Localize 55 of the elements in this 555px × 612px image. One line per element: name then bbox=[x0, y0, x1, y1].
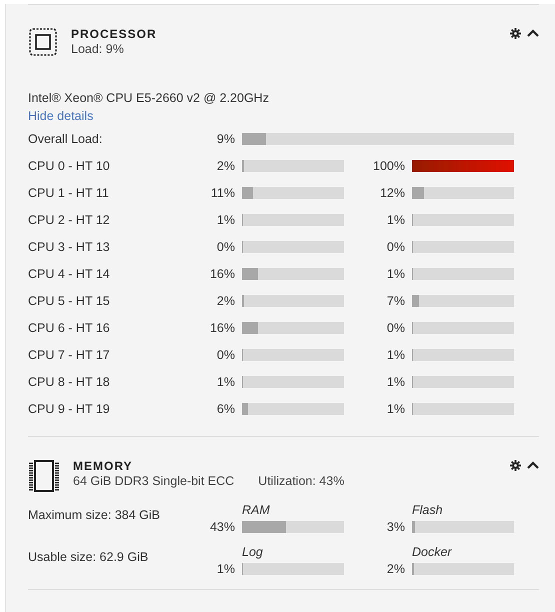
cpu-label: CPU 4 - HT 14 bbox=[28, 266, 111, 280]
cpu-label: CPU 7 - HT 17 bbox=[28, 348, 111, 362]
usage-percent: 2% bbox=[386, 562, 405, 576]
load-percent: 1% bbox=[386, 266, 405, 280]
cpu-label: CPU 6 - HT 16 bbox=[28, 320, 111, 334]
settings-icon[interactable] bbox=[510, 460, 521, 471]
cpu-model: Intel® Xeon® CPU E5-2660 v2 @ 2.20GHz bbox=[28, 90, 270, 107]
section-title: PROCESSOR bbox=[71, 27, 158, 41]
usage-percent: 43% bbox=[208, 520, 235, 534]
load-percent: 100% bbox=[372, 158, 405, 172]
usage-percent: 1% bbox=[216, 562, 235, 576]
usage-percent: 3% bbox=[386, 520, 405, 534]
cpu-label: CPU 2 - HT 12 bbox=[28, 212, 111, 226]
memory-icon bbox=[29, 460, 59, 492]
meter-name: RAM bbox=[242, 502, 271, 518]
load-percent: 0% bbox=[216, 348, 235, 362]
load-percent: 11% bbox=[210, 186, 235, 200]
memory-size-text: Usable size: 62.9 GiB bbox=[28, 549, 150, 564]
load-percent: 16% bbox=[208, 320, 235, 334]
cpu-label: CPU 5 - HT 15 bbox=[28, 294, 111, 308]
load-percent: 6% bbox=[216, 402, 235, 416]
meter-name: Docker bbox=[412, 544, 453, 560]
meter-name: Flash bbox=[412, 502, 444, 518]
load-percent: 2% bbox=[216, 158, 235, 172]
cpu-label: CPU 0 - HT 10 bbox=[28, 158, 111, 172]
section-title: MEMORY bbox=[73, 459, 134, 473]
load-percent: 1% bbox=[386, 374, 405, 388]
memory-spec: 64 GiB DDR3 Single-bit ECC bbox=[73, 473, 234, 489]
load-percent: 1% bbox=[386, 348, 405, 362]
load-percent: 16% bbox=[208, 266, 235, 280]
load-percent: 0% bbox=[386, 240, 405, 254]
load-percent: 1% bbox=[386, 212, 405, 226]
load-percent: 12% bbox=[378, 186, 405, 200]
cpu-label: CPU 9 - HT 19 bbox=[28, 402, 111, 416]
settings-icon[interactable] bbox=[510, 28, 521, 39]
memory-size-text: Maximum size: 384 GiB bbox=[28, 507, 161, 522]
hide-details-link[interactable]: Hide details bbox=[28, 107, 94, 125]
load-percent: 0% bbox=[216, 240, 235, 254]
cpu-label: CPU 3 - HT 13 bbox=[28, 240, 111, 254]
load-percent: 2% bbox=[216, 294, 235, 308]
cpu-label: CPU 1 - HT 11 bbox=[28, 186, 110, 200]
load-text: Load: 9% bbox=[71, 41, 125, 57]
cpu-label: CPU 8 - HT 18 bbox=[28, 374, 111, 388]
collapse-icon[interactable] bbox=[527, 461, 539, 469]
meter-name: Log bbox=[242, 544, 264, 560]
load-percent: 9% bbox=[216, 132, 235, 146]
load-percent: 1% bbox=[216, 212, 235, 226]
load-percent: 0% bbox=[386, 320, 405, 334]
collapse-icon[interactable] bbox=[527, 29, 539, 37]
utilization-text: Utilization: 43% bbox=[258, 473, 344, 489]
load-percent: 1% bbox=[216, 374, 235, 388]
load-percent: 1% bbox=[386, 402, 405, 416]
load-percent: 7% bbox=[386, 294, 405, 308]
processor-icon bbox=[29, 28, 57, 56]
overall-load-label: Overall Load: bbox=[28, 132, 104, 146]
